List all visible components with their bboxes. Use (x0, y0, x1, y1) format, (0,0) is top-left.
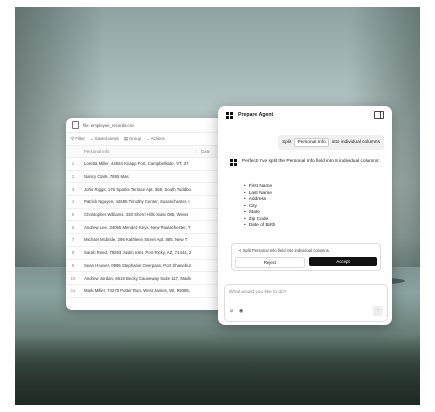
table-cell[interactable]: Sarah Reed, 79293 Justin Inlet, Port Ric… (80, 250, 236, 255)
agent-header: Prepare Agent (218, 106, 392, 124)
row-number: 11 (70, 288, 76, 294)
wallpaper-shore (15, 335, 420, 405)
arrow-up-icon: ↑ (376, 308, 380, 314)
user-message: Split Personal Info into individual colu… (278, 135, 384, 150)
table-row[interactable]: 9 Sean Hoover, 0995 Stephanie Overpass, P… (66, 260, 236, 273)
table-row[interactable]: 10 Andrew Jordan, 6619 Becky Causeway Sui… (66, 272, 236, 285)
row-number: 9 (71, 262, 75, 268)
split-fields-list: First NameLast NameAddressCityStateZip C… (244, 184, 276, 230)
column-header-personal-info[interactable]: Personal Info (80, 149, 196, 154)
spreadsheet-window: file: employee_records.csv ⚲ Filter ⌄ Sa… (66, 118, 236, 310)
row-number: 4 (71, 199, 75, 205)
file-icon (72, 121, 79, 129)
table-cell[interactable]: Andrew Lee, 34055 Mendez Keys, New Paula… (80, 225, 236, 230)
row-number: 3 (71, 186, 75, 192)
spreadsheet-toolbar: ⚲ Filter ⌄ Saved views ▤ Group ⌄ Actions (66, 133, 236, 146)
field-chip: Personal Info (294, 138, 329, 147)
agent-panel: Prepare Agent Split Personal Info into i… (218, 106, 392, 325)
table-cell[interactable]: Andrew Jordan, 6619 Becky Causeway Suite… (80, 276, 236, 281)
row-number: 5 (71, 212, 75, 218)
saved-views-button[interactable]: ⌄ Saved views (90, 136, 119, 142)
action-description: ⊰ Split Personal Info field into individ… (238, 248, 329, 253)
row-number: 10 (70, 275, 76, 281)
table-body: 1 Loretta Miller, 44634 Knapp Fort, Campb… (66, 158, 236, 298)
table-cell[interactable]: Christopher Williams, 430 Sherri Hills S… (80, 212, 236, 217)
table-row[interactable]: 11 Mark Miller, 74270 Potter Run, West Ja… (66, 285, 236, 298)
table-row[interactable]: 2 Nancy Clark, 7865 Mas (66, 171, 236, 184)
row-number: 2 (71, 174, 75, 180)
table-cell[interactable]: Nancy Clark, 7865 Mas (80, 174, 236, 179)
row-number: 1 (71, 161, 75, 167)
table-header: Personal Info Date (66, 146, 236, 158)
agent-title: Prepare Agent (238, 112, 274, 118)
table-row[interactable]: 1 Loretta Miller, 44634 Knapp Fort, Campb… (66, 158, 236, 171)
agent-logo-icon (230, 159, 237, 166)
table-cell[interactable]: Sean Hoover, 0995 Stephanie Overpass, Po… (80, 263, 236, 268)
send-button[interactable]: ↑ (373, 306, 383, 316)
row-number: 6 (71, 224, 75, 230)
desktop-wallpaper: file: employee_records.csv ⚲ Filter ⌄ Sa… (15, 7, 420, 405)
list-item: Date of Birth (244, 223, 276, 230)
accept-button[interactable]: Accept (309, 257, 377, 266)
table-cell[interactable]: Loretta Miller, 44634 Knapp Fort, Campbe… (80, 161, 236, 166)
table-cell[interactable]: Patrick Nguyen, 44695 Timothy Center, Su… (80, 199, 236, 204)
list-item: First Name (244, 184, 275, 191)
agent-logo-icon (226, 111, 233, 119)
action-card: ⊰ Split Personal Info field into individ… (231, 243, 381, 271)
row-number: 8 (71, 250, 75, 256)
table-row[interactable]: 7 Michael Mcbride, 296 Kathleen Street Ap… (66, 234, 236, 247)
row-number: 7 (71, 237, 75, 243)
table-row[interactable]: 4 Patrick Nguyen, 44695 Timothy Center, S… (66, 196, 236, 209)
chat-input[interactable]: What would you like to do? (229, 290, 286, 295)
filter-button[interactable]: ⚲ Filter (71, 136, 85, 142)
spreadsheet-titlebar: file: employee_records.csv (66, 118, 236, 133)
table-row[interactable]: 3 John Riggs, 176 Sparks Terrace Apt. 368… (66, 183, 236, 197)
chat-composer[interactable]: What would you like to do? ⌀ ◉ ↑ (224, 284, 388, 322)
table-cell[interactable]: Mark Miller, 74270 Potter Run, West Jame… (80, 288, 236, 293)
spreadsheet-file-title: file: employee_records.csv (83, 122, 134, 128)
agent-reply: Perfect! I've split the Personal Info fi… (230, 159, 380, 166)
sidebar-toggle-icon[interactable] (374, 111, 384, 119)
reject-button[interactable]: Reject (235, 257, 305, 268)
table-cell[interactable]: John Riggs, 176 Sparks Terrace Apt. 368,… (80, 187, 236, 192)
table-row[interactable]: 5 Christopher Williams, 430 Sherri Hills … (66, 209, 236, 222)
table-row[interactable]: 6 Andrew Lee, 34055 Mendez Keys, New Paul… (66, 221, 236, 235)
settings-icon[interactable]: ◉ (239, 308, 245, 314)
table-row[interactable]: 8 Sarah Reed, 79293 Justin Inlet, Port Ri… (66, 247, 236, 260)
actions-button[interactable]: ⌄ Actions (146, 136, 165, 142)
group-button[interactable]: ▤ Group (124, 136, 141, 142)
agent-reply-text: Perfect! I've split the Personal Info fi… (242, 159, 380, 164)
table-cell[interactable]: Michael Mcbride, 296 Kathleen Street Apt… (80, 237, 236, 242)
attach-icon[interactable]: ⌀ (230, 308, 236, 314)
